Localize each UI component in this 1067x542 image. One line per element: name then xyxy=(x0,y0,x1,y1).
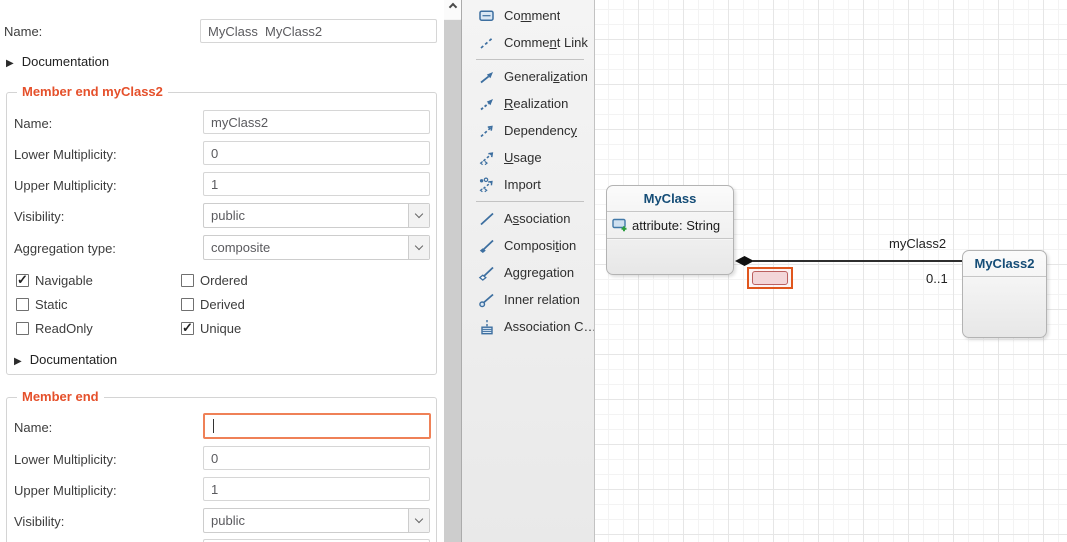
palette-item-association[interactable]: Association xyxy=(462,205,594,232)
class-myclass2[interactable]: MyClass2 xyxy=(962,250,1047,338)
dependency-icon xyxy=(478,123,496,139)
composition-icon xyxy=(478,238,496,254)
selected-role-label[interactable] xyxy=(747,267,793,289)
palette-item-dependency[interactable]: Dependency xyxy=(462,117,594,144)
visibility-label: Visibility: xyxy=(14,514,64,529)
derived-checkbox[interactable]: Derived xyxy=(181,297,245,312)
inner-relation-icon xyxy=(478,292,496,308)
readonly-checkbox[interactable]: ReadOnly xyxy=(16,321,93,336)
upper-multiplicity-label: Upper Multiplicity: xyxy=(14,483,117,498)
member-end2-upper-multiplicity-input[interactable]: 1 xyxy=(203,172,430,196)
documentation-label: Documentation xyxy=(30,352,117,367)
class-title: MyClass2 xyxy=(963,251,1046,277)
member-end2-lower-multiplicity-input[interactable]: 0 xyxy=(203,141,430,165)
palette-item-association-class[interactable]: Association C… xyxy=(462,313,594,340)
static-checkbox[interactable]: Static xyxy=(16,297,68,312)
checkbox-box xyxy=(181,274,194,287)
section-legend: Member end myClass2 xyxy=(17,84,168,99)
palette-item-comment[interactable]: Comment xyxy=(462,2,594,29)
palette-item-usage[interactable]: Usage xyxy=(462,144,594,171)
chevron-up-icon xyxy=(448,3,456,11)
name-label: Name: xyxy=(14,116,52,131)
attribute-row[interactable]: attribute: String xyxy=(607,212,733,239)
member-end2-aggregation-select[interactable]: composite xyxy=(203,235,430,260)
member-end1-visibility-select[interactable]: public xyxy=(203,508,430,533)
palette-divider xyxy=(476,59,584,60)
lower-multiplicity-label: Lower Multiplicity: xyxy=(14,452,117,467)
association-icon xyxy=(478,211,496,227)
class-empty-compartment xyxy=(607,239,733,274)
member-end1-name-input[interactable] xyxy=(203,413,431,439)
chevron-down-icon xyxy=(408,236,429,259)
palette-item-import[interactable]: Import xyxy=(462,171,594,198)
association-class-icon xyxy=(478,319,496,335)
class-myclass[interactable]: MyClass attribute: String xyxy=(606,185,734,275)
class-empty-compartment xyxy=(963,277,1046,337)
member-end2-name-input[interactable]: myClass2 xyxy=(203,110,430,134)
attribute-icon xyxy=(612,218,628,232)
checkbox-box xyxy=(181,298,194,311)
palette-divider xyxy=(476,201,584,202)
diagram-canvas[interactable]: MyClass attribute: String myClass2 0..1 … xyxy=(595,0,1067,542)
checkbox-box xyxy=(16,298,29,311)
generalization-icon xyxy=(478,69,496,85)
usage-icon xyxy=(478,150,496,166)
class-title: MyClass xyxy=(607,186,733,212)
visibility-label: Visibility: xyxy=(14,209,64,224)
documentation-toggle[interactable]: Documentation xyxy=(14,352,117,367)
expand-arrow-icon xyxy=(6,54,14,69)
properties-scrollbar[interactable] xyxy=(444,0,461,542)
lower-multiplicity-label: Lower Multiplicity: xyxy=(14,147,117,162)
expand-arrow-icon xyxy=(14,352,22,367)
comment-link-icon xyxy=(478,35,496,51)
upper-multiplicity-label: Upper Multiplicity: xyxy=(14,178,117,193)
checkbox-box xyxy=(16,274,29,287)
role-label-box xyxy=(752,271,788,285)
tool-palette: Comment Comment Link Generalization Real… xyxy=(461,0,595,542)
palette-item-realization[interactable]: Realization xyxy=(462,90,594,117)
ordered-checkbox[interactable]: Ordered xyxy=(181,273,248,288)
member-end2-visibility-select[interactable]: public xyxy=(203,203,430,228)
realization-icon xyxy=(478,96,496,112)
palette-item-comment-link[interactable]: Comment Link xyxy=(462,29,594,56)
navigable-checkbox[interactable]: Navigable xyxy=(16,273,93,288)
unique-checkbox[interactable]: Unique xyxy=(181,321,241,336)
association-role-label[interactable]: myClass2 xyxy=(889,236,946,251)
documentation-toggle[interactable]: Documentation xyxy=(6,54,109,69)
chevron-down-icon xyxy=(408,204,429,227)
palette-item-generalization[interactable]: Generalization xyxy=(462,63,594,90)
association-multiplicity-label[interactable]: 0..1 xyxy=(926,271,948,286)
section-legend: Member end xyxy=(17,389,104,404)
uml-editor-window: Name: MyClass MyClass2 Documentation Mem… xyxy=(0,0,1067,542)
member-end1-lower-multiplicity-input[interactable]: 0 xyxy=(203,446,430,470)
palette-item-composition[interactable]: Composition xyxy=(462,232,594,259)
checkbox-box xyxy=(16,322,29,335)
attribute-text: attribute: String xyxy=(632,218,720,233)
chevron-down-icon xyxy=(408,509,429,532)
association-name-label: Name: xyxy=(4,24,42,39)
aggregation-type-label: Aggregation type: xyxy=(14,241,116,256)
aggregation-icon xyxy=(478,265,496,281)
text-cursor xyxy=(213,419,214,433)
documentation-label: Documentation xyxy=(22,54,109,69)
association-line[interactable] xyxy=(752,260,962,262)
comment-icon xyxy=(478,8,496,24)
palette-item-inner-relation[interactable]: Inner relation xyxy=(462,286,594,313)
name-label: Name: xyxy=(14,420,52,435)
scroll-up-button[interactable] xyxy=(444,0,461,19)
scrollbar-thumb[interactable] xyxy=(444,20,461,542)
checkbox-box xyxy=(181,322,194,335)
import-icon xyxy=(478,177,496,193)
palette-item-aggregation[interactable]: Aggregation xyxy=(462,259,594,286)
association-name-input[interactable]: MyClass MyClass2 xyxy=(200,19,437,43)
properties-panel: Name: MyClass MyClass2 Documentation Mem… xyxy=(0,0,444,542)
member-end1-upper-multiplicity-input[interactable]: 1 xyxy=(203,477,430,501)
